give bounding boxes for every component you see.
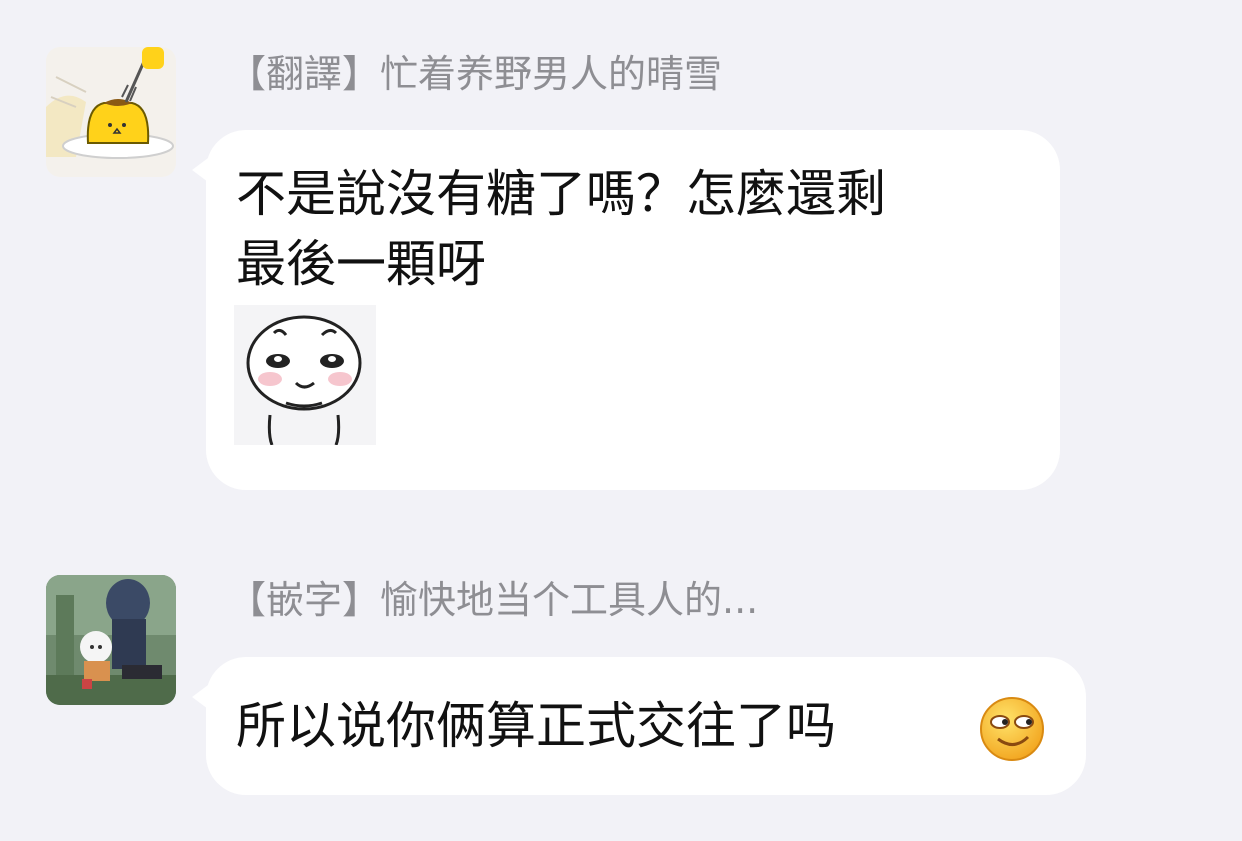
sender-avatar[interactable] [46, 575, 176, 705]
sender-nickname: 愉快地当个工具人的... [380, 578, 759, 622]
message-text-line: 不是說沒有糖了嗎？怎麼還剩 [236, 165, 886, 223]
sender-nickname: 忙着养野男人的晴雪 [380, 52, 723, 96]
message-bubble[interactable]: 不是說沒有糖了嗎？怎麼還剩 最後一顆呀 [192, 130, 1060, 490]
shy-blushing-sticker[interactable] [234, 305, 376, 445]
sender-name[interactable]: 【翻譯】忙着养野男人的晴雪 [228, 50, 722, 98]
pudding-avatar-icon [46, 47, 176, 177]
smirk-emoji-icon [980, 697, 1044, 761]
sender-tag: 【嵌字】 [228, 578, 381, 622]
message-text: 所以说你俩算正式交往了吗 [236, 697, 836, 755]
message-bubble[interactable]: 所以说你俩算正式交往了吗 [192, 657, 1086, 795]
anime-characters-avatar-icon [46, 575, 176, 705]
message-text-line: 最後一顆呀 [236, 235, 486, 293]
sender-tag: 【翻譯】 [228, 52, 381, 96]
sender-name[interactable]: 【嵌字】愉快地当个工具人的... [228, 576, 758, 624]
sender-avatar[interactable] [46, 47, 176, 177]
